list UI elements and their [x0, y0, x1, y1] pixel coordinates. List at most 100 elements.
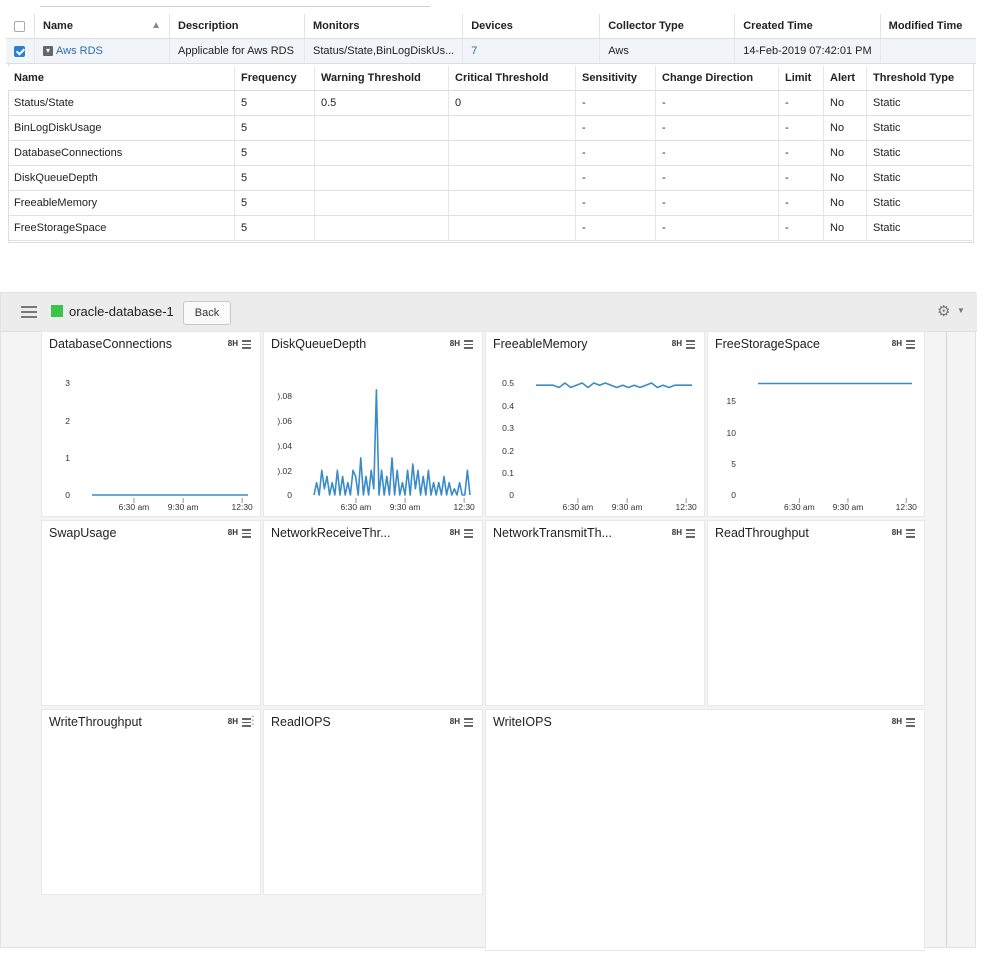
monitor-table: Name Frequency Warning Threshold Critica…	[8, 66, 972, 241]
table-cell: No	[823, 140, 867, 166]
select-all-checkbox[interactable]	[14, 20, 25, 32]
table-cell	[448, 190, 576, 216]
chart-svg: 02466:30 am9:30 am12:30	[264, 710, 484, 896]
mcol-change-direction[interactable]: Change Direction	[655, 66, 779, 91]
col-name[interactable]: Name ▲	[34, 14, 170, 39]
table-row[interactable]: FreeStorageSpace 5- - - No Static	[8, 215, 972, 241]
row-check-cell[interactable]	[6, 38, 35, 64]
table-cell: -	[575, 140, 656, 166]
y-tick-label: 3	[65, 378, 70, 388]
row-monitors: Status/State,BinLogDiskUs...	[304, 38, 464, 64]
table-cell: Static	[866, 90, 972, 116]
table-cell: No	[823, 190, 867, 216]
chart-panel: WriteIOPS8H01236:30 am9:30 am12:30 pi	[485, 709, 925, 951]
gear-icon[interactable]: ⚙	[937, 302, 950, 320]
table-row[interactable]: DatabaseConnections 5- - - No Static	[8, 140, 972, 166]
table-cell: 5	[234, 115, 315, 141]
table-row[interactable]: FreeableMemory 5- - - No Static	[8, 190, 972, 216]
chart-panel: DatabaseConnections 8H 0 1 2 3 6:30 am 9:30 am 1…	[41, 331, 261, 517]
series-line[interactable]	[313, 389, 471, 496]
col-devices[interactable]: Devices	[462, 14, 601, 39]
table-row[interactable]: BinLogDiskUsage 5- - - No Static	[8, 115, 972, 141]
y-tick-label: 0.3	[502, 423, 514, 433]
template-link[interactable]: Aws RDS	[56, 45, 103, 57]
table-cell: -	[655, 190, 779, 216]
table-cell: -	[778, 215, 824, 241]
chart-panel: ReadThroughput8H050k100k150k200k250k6:30…	[707, 520, 925, 706]
x-tick-label: 9:30 am	[612, 502, 643, 512]
hamburger-menu-icon[interactable]	[21, 306, 37, 318]
y-tick-label: 0.4	[502, 401, 514, 411]
chart-svg: 0).02).04).06).08 6:30 am 9:30 am 12:30	[277, 389, 475, 512]
chart-panel: SwapUsage8H0100M200M300M6:30 am9:30 am12…	[41, 520, 261, 706]
mcol-sensitivity[interactable]: Sensitivity	[575, 66, 656, 91]
table-row[interactable]: ▾ Aws RDS Applicable for Aws RDS Status/S…	[6, 38, 976, 64]
col-description[interactable]: Description	[169, 14, 305, 39]
table-cell	[448, 140, 576, 166]
y-tick-label: 1	[65, 453, 70, 463]
chart-svg: 050k100k6:30 am9:30 am12:30	[42, 710, 262, 896]
table-cell: 5	[234, 165, 315, 191]
mcol-warning[interactable]: Warning Threshold	[314, 66, 449, 91]
y-tick-label: 0	[509, 490, 514, 500]
table-cell: -	[575, 165, 656, 191]
row-devices-link[interactable]: 7	[462, 38, 601, 64]
table-cell: 5	[234, 215, 315, 241]
chevron-down-icon[interactable]: ▼	[957, 306, 965, 315]
x-tick-label: 12:30	[896, 502, 918, 512]
table-row[interactable]: Status/State 5 0.5 0- - - No Static	[8, 90, 972, 116]
table-cell: 0.5	[314, 90, 449, 116]
x-tick-label: 6:30 am	[563, 502, 594, 512]
table-cell: Static	[866, 140, 972, 166]
y-tick-label: ).04	[277, 441, 292, 451]
x-tick-label: 6:30 am	[784, 502, 815, 512]
collapse-icon[interactable]: ▾	[43, 46, 53, 57]
row-checkbox[interactable]	[14, 45, 25, 57]
back-button[interactable]: Back	[183, 301, 231, 325]
row-name-cell[interactable]: ▾ Aws RDS	[34, 38, 170, 64]
table-cell: No	[823, 215, 867, 241]
scrollbar-track[interactable]	[946, 331, 947, 947]
chart-panel: FreeStorageSpace 8H 0 5 10 15 6:30 am 9:30 am 12…	[707, 331, 925, 517]
table-cell: -	[778, 165, 824, 191]
mcol-name[interactable]: Name	[8, 66, 235, 91]
mcol-alert[interactable]: Alert	[823, 66, 867, 91]
chart-panel: WriteThroughput8H050k100k6:30 am9:30 am1…	[41, 709, 261, 895]
chart-svg: 01236:30 am9:30 am12:30 pi	[486, 710, 926, 952]
col-modified-time[interactable]: Modified Time	[880, 14, 976, 39]
chart-panel: DiskQueueDepth 8H 0).02).04).06).08 6:30 am…	[263, 331, 483, 517]
table-cell: No	[823, 165, 867, 191]
table-row[interactable]: DiskQueueDepth 5- - - No Static	[8, 165, 972, 191]
table-cell: 5	[234, 90, 315, 116]
col-collector-type[interactable]: Collector Type	[599, 14, 736, 39]
table-cell: -	[778, 115, 824, 141]
mcol-limit[interactable]: Limit	[778, 66, 824, 91]
y-tick-label: 0.2	[502, 446, 514, 456]
sort-icon[interactable]: ▲	[151, 20, 161, 31]
panel-drag-handle-icon[interactable]: ⋮	[247, 713, 259, 727]
select-all-cell[interactable]	[6, 14, 35, 39]
mcol-frequency[interactable]: Frequency	[234, 66, 315, 91]
chart-panel: ReadIOPS8H02466:30 am9:30 am12:30	[263, 709, 483, 895]
chart-svg: 0 0.1 0.2 0.3 0.4 0.5 6:30 am 9:30 am 12:30	[502, 378, 698, 512]
table-cell: No	[823, 90, 867, 116]
chart-svg: 0100M200M300M6:30 am9:30 am12:30	[42, 521, 262, 707]
table-cell	[448, 115, 576, 141]
mcol-critical[interactable]: Critical Threshold	[448, 66, 576, 91]
y-tick-label: ).02	[277, 466, 292, 476]
mcol-threshold-type[interactable]: Threshold Type	[866, 66, 972, 91]
table-cell	[314, 190, 449, 216]
table-cell: Static	[866, 115, 972, 141]
col-monitors[interactable]: Monitors	[304, 14, 464, 39]
templates-table: Name ▲ Description Monitors Devices Colle…	[6, 14, 976, 64]
col-created-time[interactable]: Created Time	[734, 14, 881, 39]
chart-svg: 050k100k150k200k250k6:30 am9:30 am12:30	[708, 521, 926, 707]
table-cell: -	[655, 140, 779, 166]
series-line[interactable]	[536, 382, 692, 389]
x-tick-label: 12:30	[676, 502, 698, 512]
table-cell: -	[655, 165, 779, 191]
chart-svg: 0 1 2 3 6:30 am 9:30 am 12:30	[65, 378, 253, 512]
monitor-header-row: Name Frequency Warning Threshold Critica…	[8, 66, 972, 91]
x-tick-label: 6:30 am	[341, 502, 372, 512]
row-created: 14-Feb-2019 07:42:01 PM	[734, 38, 881, 64]
